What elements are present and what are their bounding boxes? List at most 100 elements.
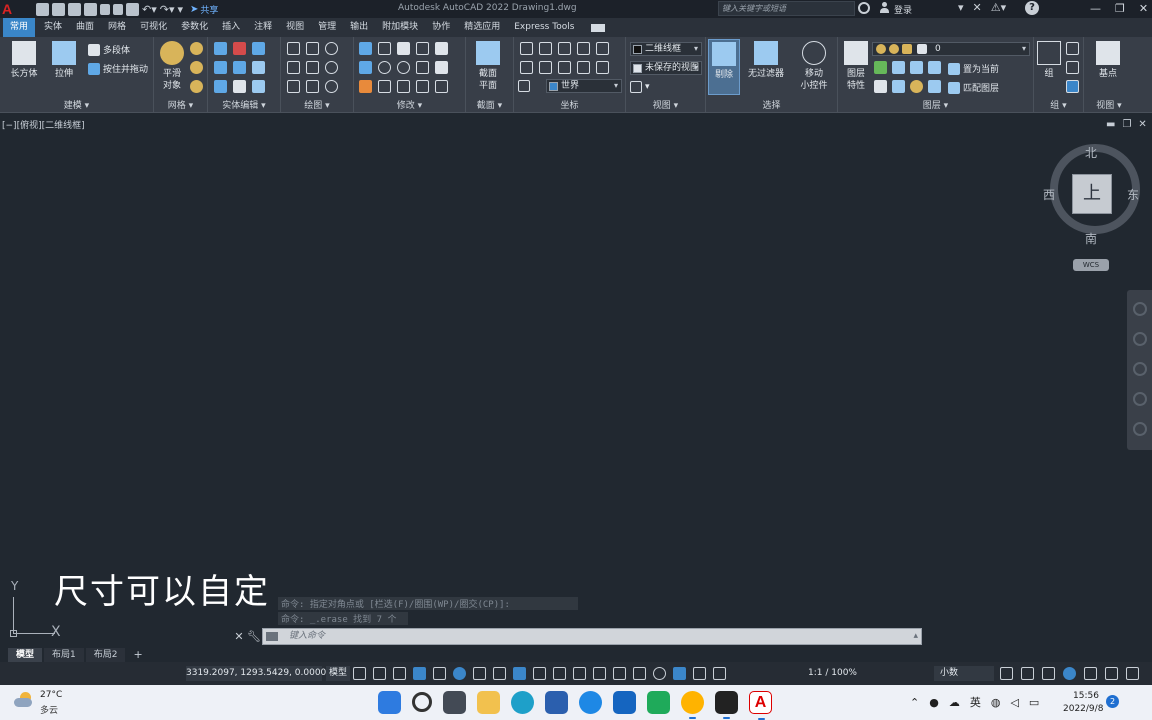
tab-manage[interactable]: 管理 [311, 18, 343, 37]
rectangle-icon[interactable] [306, 80, 319, 93]
panel-label-solid-editing[interactable]: 实体编辑 ▾ [208, 98, 280, 111]
cloud-icon[interactable]: ☁ [949, 696, 960, 709]
tab-mesh[interactable]: 网格 [101, 18, 133, 37]
isolate-objects-icon[interactable] [1042, 667, 1055, 680]
panel-label-groups[interactable]: 组 ▾ [1034, 98, 1083, 111]
3d-move-icon[interactable] [378, 42, 391, 55]
panel-label-draw[interactable]: 绘图 ▾ [281, 98, 353, 111]
scale-icon[interactable] [397, 80, 410, 93]
viewport-controls-label[interactable]: [−][俯视][二维线框] [2, 118, 85, 131]
tray-overflow-icon[interactable]: ⌃ [910, 696, 919, 709]
presspull-button[interactable]: 按住并拖动 [88, 62, 148, 75]
layer-unisolate-icon[interactable] [874, 80, 887, 93]
align-icon[interactable] [416, 61, 429, 74]
snap-icon[interactable] [373, 667, 386, 680]
ray-icon[interactable] [306, 61, 319, 74]
weather-temperature[interactable]: 27°C [40, 690, 62, 700]
save-as-icon[interactable] [84, 2, 97, 16]
login-button[interactable]: 登录 [894, 3, 912, 16]
viewport-config-button[interactable]: ▾ [630, 81, 650, 93]
pan-icon[interactable] [1133, 332, 1147, 346]
task-view-icon[interactable] [443, 691, 466, 714]
ellipse-icon[interactable] [325, 80, 338, 93]
autocad-logo-icon[interactable]: A [2, 1, 16, 17]
viewport-close-button[interactable]: ✕ [1138, 119, 1146, 130]
no-filter-button[interactable]: 无过滤器 [744, 41, 788, 80]
open-folder-icon[interactable] [52, 2, 65, 16]
wrench-icon[interactable]: 🔧︎ [246, 630, 262, 643]
ucs-3point-icon[interactable] [596, 42, 609, 55]
section-plane-button[interactable]: 截面 平面 [468, 41, 508, 92]
tab-collaborate[interactable]: 协作 [425, 18, 457, 37]
smooth-object-button[interactable]: 平滑 对象 [154, 41, 190, 92]
clean-screen-icon[interactable] [1084, 667, 1097, 680]
ucs-combo[interactable]: 世界 [546, 79, 622, 93]
command-prompt-icon[interactable] [266, 632, 278, 641]
ribbon-toggle-icon[interactable] [591, 23, 606, 32]
file-explorer-icon[interactable] [477, 691, 500, 714]
tab-insert[interactable]: 插入 [215, 18, 247, 37]
mirror-icon[interactable] [359, 42, 372, 55]
quick-properties-icon[interactable] [1000, 667, 1013, 680]
ie-browser-icon[interactable] [579, 691, 602, 714]
ucs-view-icon[interactable] [558, 61, 571, 74]
blue-app-icon[interactable] [613, 691, 636, 714]
layer-on-tool-icon[interactable] [892, 80, 905, 93]
showmotion-icon[interactable] [1133, 422, 1147, 436]
green-app-icon[interactable] [647, 691, 670, 714]
panel-label-section[interactable]: 截面 ▾ [466, 98, 513, 111]
rotate-icon[interactable] [397, 61, 410, 74]
group-select-icon[interactable] [1066, 80, 1079, 93]
shell-icon[interactable] [252, 61, 265, 74]
wcs-menu[interactable]: WCS [1073, 259, 1109, 271]
fullscreen-icon[interactable] [1105, 667, 1118, 680]
panel-label-layers[interactable]: 图层 ▾ [838, 98, 1033, 111]
match-layer-button[interactable]: 匹配图层 [948, 81, 999, 94]
tab-surface[interactable]: 曲面 [69, 18, 101, 37]
object-snap-tracking-icon[interactable] [493, 667, 506, 680]
auto-scale-icon[interactable] [693, 667, 706, 680]
offset-edge-icon[interactable] [233, 80, 246, 93]
polysolid-button[interactable]: 多段体 [88, 43, 130, 56]
ucs-world-icon[interactable] [539, 42, 552, 55]
web-save-icon[interactable] [113, 3, 123, 15]
command-history-toggle-icon[interactable]: ▴ [913, 629, 918, 644]
move-icon[interactable] [397, 42, 410, 55]
zoom-extents-icon[interactable] [1133, 362, 1147, 376]
exchange-icon[interactable]: ✕ [973, 1, 982, 14]
compass-east[interactable]: 东 [1127, 186, 1139, 203]
save-icon[interactable] [68, 2, 81, 16]
autocad-taskbar-icon[interactable]: A [749, 691, 772, 720]
units-dropdown[interactable]: 小数 [934, 666, 994, 681]
network-icon[interactable]: ◍ [991, 696, 1001, 709]
erase-icon[interactable] [359, 80, 372, 93]
tab-express-tools[interactable]: Express Tools [507, 18, 581, 37]
viewcube[interactable]: 上 北 南 东 西 [1040, 140, 1144, 248]
3d-rotate-icon[interactable] [416, 42, 429, 55]
compass-west[interactable]: 西 [1043, 186, 1055, 203]
ucs-previous-icon[interactable] [596, 61, 609, 74]
extract-edges-icon[interactable] [214, 80, 227, 93]
compass-south[interactable]: 南 [1085, 230, 1097, 247]
qq-icon[interactable]: ● [929, 696, 939, 709]
circle-icon[interactable] [325, 61, 338, 74]
orbit-icon[interactable] [1133, 392, 1147, 406]
viewport-restore-button[interactable]: ❐ [1122, 119, 1131, 130]
layer-properties-button[interactable]: 图层 特性 [840, 41, 872, 92]
gizmo-button[interactable]: 移动 小控件 [792, 41, 836, 92]
tab-layout1[interactable]: 布局1 [44, 648, 84, 662]
redo-icon[interactable]: ↷▾ [160, 3, 175, 16]
restore-button[interactable]: ❐ [1115, 0, 1125, 17]
annotation-scale-icon[interactable] [713, 667, 726, 680]
extrude-button[interactable]: 拉伸 [44, 41, 84, 80]
offset-icon[interactable] [416, 80, 429, 93]
mesh-smooth-less-icon[interactable] [190, 61, 203, 74]
model-space-button[interactable]: 模型 [326, 666, 351, 681]
close-icon[interactable]: ✕ [232, 630, 246, 643]
plot-icon[interactable] [126, 2, 139, 16]
polar-tracking-icon[interactable] [453, 667, 466, 680]
graphics-performance-icon[interactable] [1063, 667, 1076, 680]
interfere-icon[interactable] [214, 61, 227, 74]
tab-solid[interactable]: 实体 [37, 18, 69, 37]
box-button[interactable]: 长方体 [4, 41, 44, 80]
